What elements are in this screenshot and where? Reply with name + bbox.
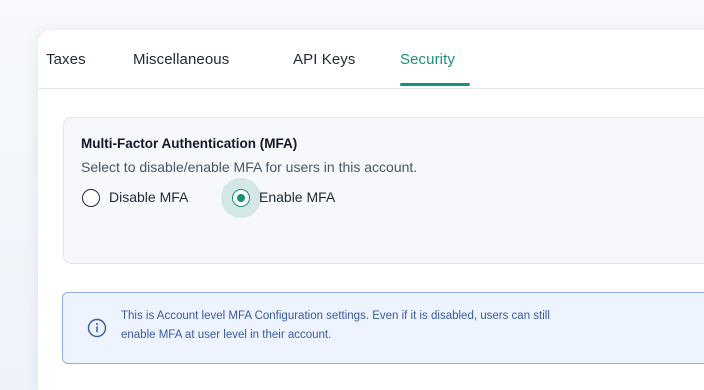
mfa-info-alert: This is Account level MFA Configuration … (62, 292, 704, 364)
mfa-settings-panel: Multi-Factor Authentication (MFA) Select… (63, 117, 704, 264)
settings-card: Taxes Miscellaneous API Keys Security Mu… (38, 30, 704, 390)
enable-mfa-radio[interactable]: Enable MFA (221, 178, 362, 218)
mfa-title: Multi-Factor Authentication (MFA) (81, 136, 298, 151)
enable-mfa-label: Enable MFA (259, 189, 336, 205)
mfa-description: Select to disable/enable MFA for users i… (81, 159, 418, 175)
tab-security[interactable]: Security (400, 51, 455, 68)
info-text-line-1: This is Account level MFA Configuration … (121, 310, 550, 322)
active-tab-indicator (400, 83, 470, 86)
info-text-line-2: enable MFA at user level in their accoun… (121, 329, 332, 341)
radio-checked-icon (232, 189, 250, 207)
info-text: This is Account level MFA Configuration … (121, 307, 704, 345)
tab-api-keys[interactable]: API Keys (293, 51, 356, 68)
disable-mfa-radio[interactable]: Disable MFA (82, 182, 212, 212)
settings-tabs: Taxes Miscellaneous API Keys Security (38, 30, 704, 89)
tab-taxes[interactable]: Taxes (46, 51, 86, 68)
disable-mfa-label: Disable MFA (109, 189, 189, 205)
info-icon (87, 318, 107, 338)
radio-unchecked-icon (82, 189, 100, 207)
tab-miscellaneous[interactable]: Miscellaneous (133, 51, 229, 68)
